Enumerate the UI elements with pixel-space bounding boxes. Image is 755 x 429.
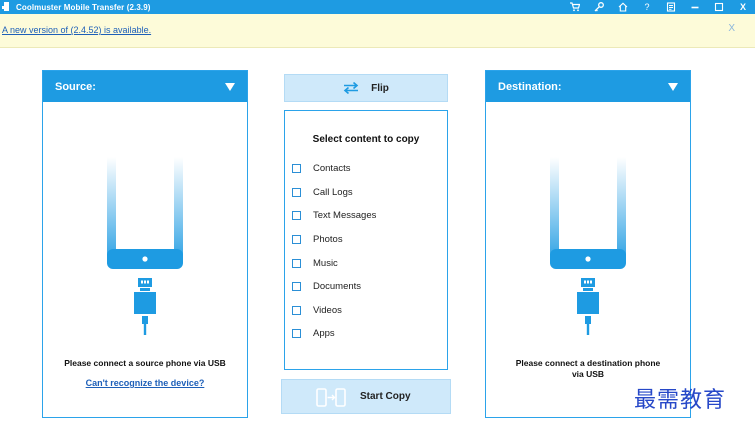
cant-recognize-link[interactable]: Can't recognize the device?	[43, 378, 247, 388]
source-dropdown[interactable]: Source:	[43, 71, 247, 102]
content-selector: Select content to copy Contacts Call Log…	[284, 110, 448, 370]
content-item-documents[interactable]: Documents	[292, 275, 376, 299]
content-item-videos[interactable]: Videos	[292, 299, 376, 323]
content-item-call-logs[interactable]: Call Logs	[292, 181, 376, 205]
app-window: Coolmuster Mobile Transfer (2.3.9) ? X A…	[0, 0, 755, 429]
checkbox[interactable]	[292, 258, 301, 268]
destination-message-line1: Please connect a destination phone	[515, 358, 661, 368]
item-label: Documents	[313, 281, 362, 293]
transfer-icon	[316, 388, 346, 407]
destination-message: Please connect a destination phone via U…	[486, 358, 690, 380]
checkbox[interactable]	[292, 187, 301, 197]
chevron-down-icon	[225, 82, 235, 91]
start-copy-button[interactable]: Start Copy	[281, 379, 451, 414]
destination-panel: Destination: Please connect a destinatio…	[485, 70, 691, 418]
help-icon[interactable]: ?	[635, 0, 659, 14]
start-copy-label: Start Copy	[360, 391, 411, 402]
item-label: Videos	[313, 304, 342, 316]
checkbox[interactable]	[292, 211, 301, 221]
destination-dropdown[interactable]: Destination:	[486, 71, 690, 102]
maximize-icon[interactable]	[707, 0, 731, 14]
window-title: Coolmuster Mobile Transfer (2.3.9)	[16, 2, 151, 12]
update-banner: A new version of (2.4.52) is available. …	[0, 14, 755, 48]
item-label: Contacts	[313, 163, 351, 175]
checkbox[interactable]	[292, 282, 301, 292]
home-icon[interactable]	[611, 0, 635, 14]
app-logo-icon	[2, 2, 12, 12]
title-controls: ? X	[563, 0, 755, 14]
content-list: Contacts Call Logs Text Messages Photos …	[292, 157, 376, 346]
item-label: Music	[313, 257, 338, 269]
source-title: Source:	[55, 80, 96, 93]
content-item-apps[interactable]: Apps	[292, 322, 376, 346]
title-bar: Coolmuster Mobile Transfer (2.3.9) ? X	[0, 0, 755, 14]
item-label: Call Logs	[313, 186, 353, 198]
destination-title: Destination:	[498, 80, 562, 93]
source-panel: Source: Please connect a source phone vi…	[42, 70, 248, 418]
minimize-icon[interactable]	[683, 0, 707, 14]
content-item-photos[interactable]: Photos	[292, 228, 376, 252]
content-item-contacts[interactable]: Contacts	[292, 157, 376, 181]
item-label: Apps	[313, 328, 335, 340]
content-title: Select content to copy	[312, 134, 420, 145]
chevron-down-icon	[668, 82, 678, 91]
item-label: Text Messages	[313, 210, 377, 222]
update-link[interactable]: A new version of (2.4.52) is available.	[2, 25, 151, 35]
checkbox[interactable]	[292, 329, 301, 339]
watermark-text: 最需教育	[634, 388, 727, 413]
phone-usb-icon	[550, 157, 626, 335]
item-label: Photos	[313, 234, 343, 246]
banner-close-icon[interactable]: X	[728, 23, 735, 34]
content-item-music[interactable]: Music	[292, 251, 376, 275]
cart-icon[interactable]	[563, 0, 587, 14]
flip-label: Flip	[371, 82, 389, 94]
flip-icon	[343, 82, 359, 94]
checkbox[interactable]	[292, 164, 301, 174]
content-item-text-messages[interactable]: Text Messages	[292, 204, 376, 228]
feedback-icon[interactable]	[659, 0, 683, 14]
flip-button[interactable]: Flip	[284, 74, 448, 102]
close-icon[interactable]: X	[731, 0, 755, 14]
checkbox[interactable]	[292, 305, 301, 315]
checkbox[interactable]	[292, 235, 301, 245]
phone-usb-icon	[107, 157, 183, 335]
destination-message-line2: via USB	[571, 369, 605, 379]
key-icon[interactable]	[587, 0, 611, 14]
source-message: Please connect a source phone via USB	[64, 358, 226, 368]
